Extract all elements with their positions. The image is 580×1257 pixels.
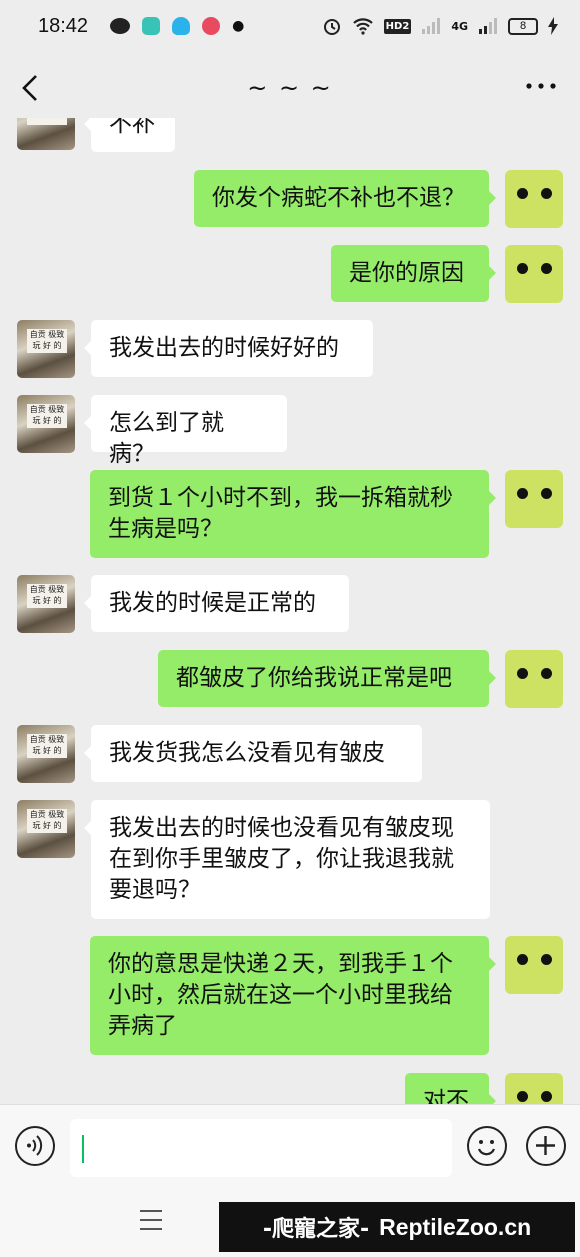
contact-avatar[interactable]: 自贡 极致 玩 好 的 [17,320,75,378]
message-composer [0,1104,580,1190]
avatar-plate: 自贡 极致 玩 好 的 [27,329,67,353]
message-bubble-outgoing[interactable]: 你的意思是快递２天，到我手１个小时，然后就在这一个小时里我给弄病了 [90,936,496,1055]
status-bar: 18:42 ● HD2 4G 8 [0,0,580,52]
status-time: 18:42 [38,14,89,37]
more-actions-button[interactable] [526,1126,566,1166]
avatar-plate: 自贡 极致 玩 好 的 [27,584,67,608]
watermark-brand: -爬寵之家- [262,1217,370,1242]
qq-icon [172,17,191,35]
message-input[interactable] [70,1119,452,1177]
message-bubble-outgoing[interactable]: 到货１个小时不到，我一拆箱就秒生病是吗？ [90,470,496,558]
avatar-plate: 自贡 极致 玩 好 的 [27,404,67,428]
emoji-button[interactable] [467,1126,507,1166]
my-avatar[interactable] [505,470,563,528]
emoji-icon [477,1140,496,1156]
notification-dot-icon: ● [232,18,245,34]
menu-icon[interactable] [140,1210,162,1230]
my-avatar[interactable] [505,245,563,303]
message-bubble-outgoing[interactable]: 对不 [405,1073,496,1104]
app-icon-teal [142,17,161,35]
contact-avatar[interactable]: 自贡 极致 玩 好 的 [17,725,75,783]
chat-message-list[interactable]: 不补 你发个病蛇不补也不退？ 是你的原因 自贡 极致 玩 好 的 我发出去的时候… [0,118,580,1104]
message-bubble-incoming[interactable]: 我发的时候是正常的 [84,575,349,632]
message-bubble-incoming[interactable]: 我发货我怎么没看见有皱皮 [84,725,422,782]
plus-icon [536,1136,555,1155]
avatar-plate: 自贡 极致 玩 好 的 [27,734,67,758]
message-bubble-incoming[interactable]: 不补 [84,118,175,152]
my-avatar[interactable] [505,170,563,228]
my-avatar[interactable] [505,650,563,708]
contact-avatar[interactable]: 自贡 极致 玩 好 的 [17,575,75,633]
chat-header: ~ ~ ~ [0,56,580,120]
battery-indicator: 8 [508,17,538,35]
voice-input-button[interactable] [15,1126,55,1166]
message-bubble-incoming[interactable]: 我发出去的时候也没看见有皱皮现在到你手里皱皮了，你让我退我就要退吗？ [84,800,490,919]
alarm-icon [323,19,340,35]
contact-avatar[interactable]: 自贡 极致 玩 好 的 [17,800,75,858]
message-bubble-incoming[interactable]: 怎么到了就病？ [84,395,287,467]
status-app-icons: ● [110,17,244,35]
chat-title: ~ ~ ~ [247,74,333,102]
more-options-icon[interactable] [524,74,558,98]
back-arrow-icon[interactable] [16,70,48,106]
message-bubble-outgoing[interactable]: 你发个病蛇不补也不退？ [194,170,496,227]
status-right: HD2 4G 8 [322,16,558,36]
avatar-plate [27,118,67,125]
watermark: -爬寵之家- ReptileZoo.cn [219,1202,575,1252]
signal-icon-2 [479,18,497,34]
wechat-icon [110,18,131,34]
watermark-site: ReptileZoo.cn [379,1213,532,1240]
contact-avatar[interactable]: 自贡 极致 玩 好 的 [17,395,75,453]
network-type: 4G [451,19,468,33]
app-icon-red [202,17,221,35]
avatar-plate: 自贡 极致 玩 好 的 [27,809,67,833]
message-bubble-incoming[interactable]: 我发出去的时候好好的 [84,320,373,377]
hd-badge: HD2 [383,18,412,34]
signal-icon [422,18,441,34]
wifi-icon [352,18,373,35]
my-avatar[interactable] [505,936,563,994]
message-bubble-outgoing[interactable]: 是你的原因 [331,245,496,302]
my-avatar[interactable] [505,1073,563,1104]
message-bubble-outgoing[interactable]: 都皱皮了你给我说正常是吧 [158,650,496,707]
text-caret [82,1135,84,1163]
charging-icon [548,17,558,35]
contact-avatar[interactable] [17,118,75,150]
voice-icon [27,1135,43,1156]
